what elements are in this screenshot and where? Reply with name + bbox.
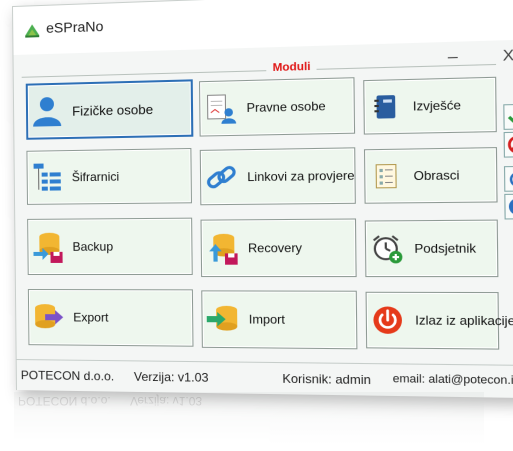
tile-recovery[interactable]: Recovery <box>200 218 357 278</box>
tile-label: Fizičke osobe <box>72 101 154 119</box>
tile-podsjetnik[interactable]: Podsjetnik <box>364 219 499 278</box>
tile-fizicke-osobe[interactable]: Fizičke osobe <box>25 79 194 140</box>
tile-obrasci[interactable]: Obrasci <box>363 147 498 204</box>
form-icon <box>365 156 407 196</box>
tile-pravne-osobe[interactable]: Pravne osobe <box>199 77 356 137</box>
tile-izlaz-iz-aplikacije[interactable]: Izlaz iz aplikacije <box>365 291 513 350</box>
tile-import[interactable]: Import <box>201 290 358 350</box>
reflection-version: Verzija: v1.03 <box>130 394 203 408</box>
hierarchy-list-icon <box>28 158 66 197</box>
tile-label: Podsjetnik <box>414 240 477 257</box>
confirm-button[interactable] <box>503 103 513 130</box>
tile-label: Izvješće <box>412 97 462 114</box>
title-bar: eSPraNo <box>13 0 513 56</box>
power-icon <box>367 300 409 340</box>
group-label: Moduli <box>266 60 318 75</box>
tile-label: Linkovi za provjere <box>247 168 355 185</box>
tile-linkovi-za-provjere[interactable]: Linkovi za provjere <box>199 147 356 206</box>
version-text: Verzija: v1.03 <box>133 369 209 385</box>
person-icon <box>28 92 66 131</box>
tile-label: Backup <box>72 239 114 254</box>
user-text: Korisnik: admin <box>282 371 371 388</box>
tile-label: Export <box>73 310 109 325</box>
refresh-icon <box>507 169 513 188</box>
tile-sifrarnici[interactable]: Šifrarnici <box>26 147 192 205</box>
tile-label: Šifrarnici <box>71 169 120 185</box>
tile-label: Izlaz iz aplikacije <box>415 312 513 329</box>
database-recovery-icon <box>202 229 242 268</box>
cancel-icon <box>507 135 513 155</box>
tile-izvjesce[interactable]: Izvješće <box>363 76 497 135</box>
reflection-company: POTECON d.o.o. <box>18 394 111 408</box>
legal-entity-icon <box>200 88 240 128</box>
tile-label: Recovery <box>247 240 303 256</box>
tile-label: Pravne osobe <box>246 98 326 116</box>
company-name: POTECON d.o.o. <box>20 368 115 384</box>
tile-export[interactable]: Export <box>27 289 194 347</box>
stage: eSPraNo – X Moduli Fizičke osobe Pravne … <box>0 0 513 451</box>
refresh-button[interactable] <box>503 165 513 192</box>
tile-label: Import <box>248 312 286 327</box>
window-reflection: POTECON d.o.o. Verzija: v1.03 <box>14 392 484 444</box>
help-icon: ? <box>508 197 513 216</box>
app-window: eSPraNo – X Moduli Fizičke osobe Pravne … <box>12 0 513 399</box>
database-import-icon <box>202 300 242 339</box>
help-button[interactable]: ? <box>504 193 513 220</box>
app-logo-icon <box>25 24 40 38</box>
tile-backup[interactable]: Backup <box>27 217 193 276</box>
alarm-clock-icon <box>366 229 408 269</box>
database-export-icon <box>29 298 67 336</box>
close-button[interactable]: X <box>503 46 513 64</box>
cancel-button[interactable] <box>503 131 513 158</box>
check-icon <box>507 107 513 127</box>
window-title: eSPraNo <box>46 17 104 36</box>
chain-link-icon <box>201 157 241 197</box>
email-text: email: alati@potecon.info <box>392 372 513 388</box>
notebook-icon <box>364 86 406 127</box>
tile-label: Obrasci <box>413 167 460 184</box>
database-backup-icon <box>28 228 66 266</box>
